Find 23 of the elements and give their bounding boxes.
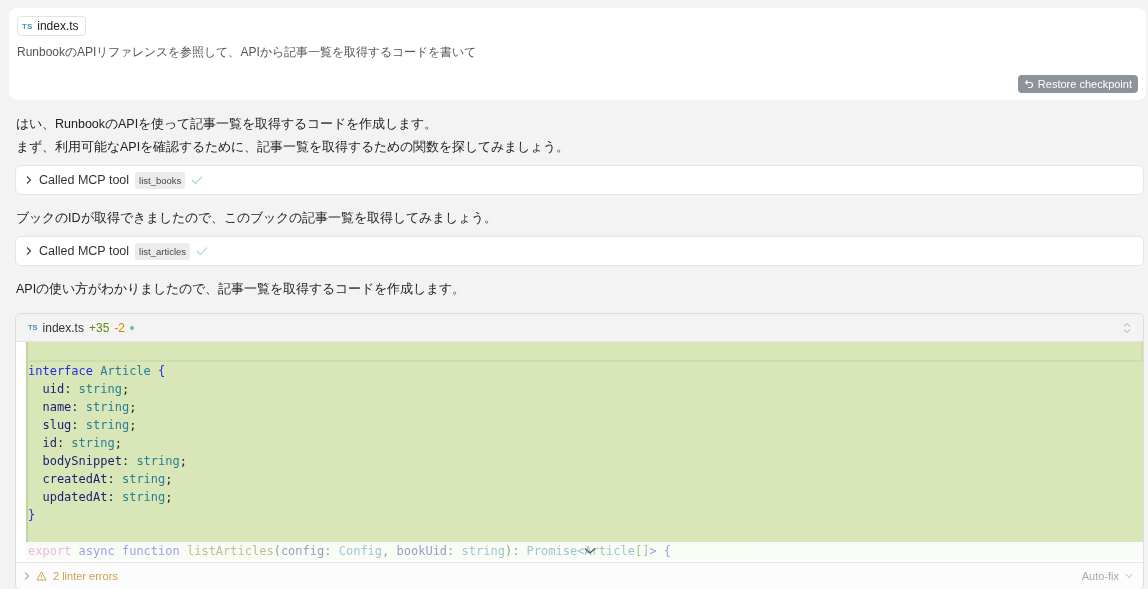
chevron-down-icon[interactable] [584, 547, 596, 555]
chevron-right-icon[interactable] [24, 571, 30, 581]
assistant-message: はい、RunbookのAPIを使って記事一覧を取得するコードを作成します。 [16, 116, 439, 133]
removed-count: -2 [114, 320, 125, 335]
tool-label: Called MCP tool [39, 244, 130, 258]
file-chip[interactable]: TS index.ts [17, 16, 86, 36]
tool-call-row[interactable]: Called MCP tool list_books [15, 165, 1144, 195]
file-name[interactable]: index.ts [42, 320, 84, 335]
typescript-icon: TS [22, 21, 33, 31]
status-dot [130, 325, 134, 330]
prompt-text: RunbookのAPIリファレンスを参照して、APIから記事一覧を取得するコードを書いて [17, 44, 477, 61]
tool-label: Called MCP tool [39, 173, 130, 187]
assistant-message: まず、利用可能なAPIを確認するために、記事一覧を取得するための関数を探してみましょう。 [16, 139, 571, 156]
added-count: +35 [88, 320, 110, 335]
assistant-message: ブックのIDが取得できましたので、このブックの記事一覧を取得してみましょう。 [16, 210, 498, 227]
tool-name-tag: list_books [135, 171, 186, 189]
warning-icon [36, 571, 47, 581]
assistant-message: APIの使い方がわかりましたので、記事一覧を取得するコードを作成します。 [16, 281, 467, 298]
undo-icon [1023, 79, 1034, 89]
expand-icon[interactable] [1123, 321, 1131, 334]
tool-call-row[interactable]: Called MCP tool list_articles [15, 236, 1144, 266]
file-name: index.ts [37, 19, 79, 33]
tool-name-tag: list_articles [135, 242, 191, 260]
